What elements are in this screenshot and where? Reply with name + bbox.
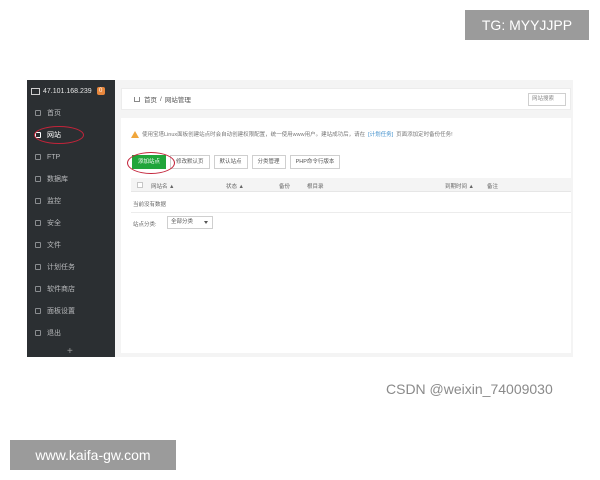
sidebar-item-home[interactable]: 首页	[27, 102, 115, 124]
breadcrumb-home[interactable]: 首页	[144, 94, 157, 104]
annotation-circle-website	[34, 126, 84, 144]
server-header: 47.101.168.239 0	[27, 80, 115, 102]
notice-bar: 使用宝塔Linux面板创建站点时会自动创建权限配置，统一使用www用户。建站成功…	[131, 130, 453, 138]
logout-icon	[35, 330, 41, 336]
tg-banner: TG: MYYJJPP	[465, 10, 589, 40]
home-icon	[35, 110, 41, 116]
csdn-watermark: CSDN @weixin_74009030	[386, 381, 553, 397]
server-ip: 47.101.168.239	[43, 87, 92, 95]
divider	[131, 212, 571, 213]
sidebar-item-security[interactable]: 安全	[27, 212, 115, 234]
sidebar-item-logout[interactable]: 退出	[27, 322, 115, 344]
table-header: 网站名 ▲ 状态 ▲ 备份 根目录 到期时间 ▲ 备注	[131, 178, 571, 192]
database-icon	[35, 176, 41, 182]
sidebar-item-cron[interactable]: 计划任务	[27, 256, 115, 278]
sidebar-item-monitor[interactable]: 监控	[27, 190, 115, 212]
folder-icon	[35, 242, 41, 248]
monitor-icon	[35, 198, 41, 204]
category-select[interactable]: 全部分类	[167, 216, 213, 229]
main-content: 首页 / 网站管理 网站搜索 使用宝塔Linux面板创建站点时会自动创建权限配置…	[115, 80, 573, 357]
select-all-checkbox[interactable]	[137, 182, 143, 188]
empty-table-message: 当前没有数据	[133, 202, 167, 208]
php-cli-version-button[interactable]: PHP命令行版本	[289, 155, 341, 169]
screenshot-stage: TG: MYYJJPP 47.101.168.239 0 首页 网站 FTP 数…	[0, 0, 600, 480]
warning-icon	[131, 130, 139, 138]
site-panel: 使用宝塔Linux面板创建站点时会自动创建权限配置，统一使用www用户。建站成功…	[121, 118, 571, 353]
home-icon	[134, 96, 140, 102]
sidebar-item-files[interactable]: 文件	[27, 234, 115, 256]
col-status[interactable]: 状态 ▲	[226, 182, 244, 190]
col-site-name[interactable]: 网站名 ▲	[151, 182, 174, 190]
site-search-input[interactable]: 网站搜索	[528, 93, 566, 106]
col-remark: 备注	[487, 184, 499, 190]
caret-down-icon	[204, 221, 208, 224]
plus-icon[interactable]: +	[67, 346, 73, 357]
site-banner: www.kaifa-gw.com	[10, 440, 176, 470]
breadcrumb: 首页 / 网站管理 网站搜索	[121, 88, 571, 110]
sidebar-item-ftp[interactable]: FTP	[27, 146, 115, 168]
settings-icon	[35, 308, 41, 314]
category-management-button[interactable]: 分类管理	[251, 155, 286, 169]
annotation-circle-add-site	[127, 152, 175, 174]
col-expire[interactable]: 到期时间 ▲	[445, 182, 474, 190]
col-root-dir: 根目录	[307, 184, 324, 190]
sidebar-item-settings[interactable]: 面板设置	[27, 300, 115, 322]
cron-link[interactable]: [计划任务]	[368, 130, 393, 138]
ftp-icon	[35, 154, 41, 160]
col-backup: 备份	[279, 184, 291, 190]
calendar-icon	[35, 264, 41, 270]
modify-default-page-button[interactable]: 修改默认页	[170, 155, 210, 169]
breadcrumb-separator: /	[160, 95, 162, 103]
default-site-button[interactable]: 默认站点	[213, 155, 248, 169]
store-icon	[35, 286, 41, 292]
sidebar: 47.101.168.239 0 首页 网站 FTP 数据库 监控 安全 文件 …	[27, 80, 115, 357]
sidebar-item-store[interactable]: 软件商店	[27, 278, 115, 300]
notification-badge[interactable]: 0	[96, 87, 105, 95]
bt-panel-window: 47.101.168.239 0 首页 网站 FTP 数据库 监控 安全 文件 …	[27, 80, 573, 357]
breadcrumb-current: 网站管理	[164, 97, 191, 104]
sidebar-item-database[interactable]: 数据库	[27, 168, 115, 190]
shield-icon	[35, 220, 41, 226]
monitor-icon	[31, 87, 40, 95]
category-label: 站点分类:	[133, 222, 157, 228]
